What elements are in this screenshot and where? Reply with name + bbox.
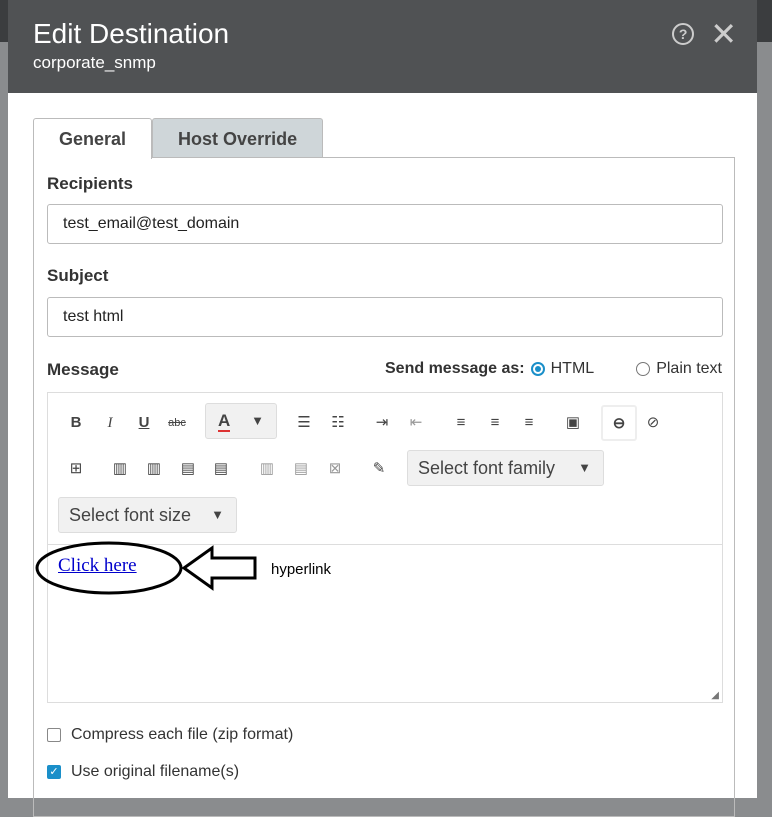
strikethrough-button[interactable]: abc: [165, 411, 189, 435]
tab-host-override[interactable]: Host Override: [152, 118, 324, 158]
caret-down-icon: ▼: [578, 460, 591, 475]
align-right-icon[interactable]: ≡: [517, 411, 541, 435]
resize-handle[interactable]: ◢: [711, 690, 719, 701]
font-family-dropdown[interactable]: Select font family ▼: [407, 450, 604, 486]
message-label: Message: [47, 360, 119, 379]
annotation-label: hyperlink: [271, 561, 332, 578]
editor-content[interactable]: Click here hyperlink ◢: [48, 545, 722, 703]
add-row-below-icon[interactable]: ▤: [209, 457, 233, 481]
caret-down-icon: ▼: [211, 507, 224, 522]
close-icon[interactable]: ✕: [710, 18, 737, 50]
dialog-title: Edit Destination: [33, 18, 230, 49]
bold-button[interactable]: B: [64, 411, 88, 435]
insert-link-icon[interactable]: ⊖: [601, 405, 637, 441]
align-center-icon[interactable]: ≡: [483, 411, 507, 435]
subject-input[interactable]: test html: [47, 297, 723, 337]
hyperlink[interactable]: Click here: [58, 555, 137, 577]
tab-general[interactable]: General: [33, 118, 153, 159]
add-column-left-icon[interactable]: ▥: [108, 457, 132, 481]
insert-image-icon[interactable]: ▣: [561, 411, 585, 435]
bullet-list-icon[interactable]: ☰: [292, 411, 316, 435]
radio-html[interactable]: [530, 362, 545, 376]
numbered-list-icon[interactable]: ☷: [326, 411, 350, 435]
original-filename-option[interactable]: ✓ Use original filename(s): [47, 763, 239, 781]
align-left-icon[interactable]: ≡: [449, 411, 473, 435]
editor-toolbar: B I U abc A ▼ ☰ ☷ ⇥ ⇤ ≡ ≡ ≡ ▣ ⊖ ⊘ ⊞ ▥ ▥ ▤…: [48, 393, 722, 545]
compress-option[interactable]: Compress each file (zip format): [47, 726, 293, 744]
font-size-dropdown[interactable]: Select font size ▼: [58, 497, 237, 533]
clear-format-icon[interactable]: ✎: [367, 457, 391, 481]
delete-table-icon[interactable]: ⊠: [323, 457, 347, 481]
dialog-subtitle: corporate_snmp: [33, 53, 156, 72]
subject-label: Subject: [47, 266, 109, 285]
original-filename-label: Use original filename(s): [71, 763, 240, 780]
compress-checkbox[interactable]: [47, 728, 61, 742]
message-editor: B I U abc A ▼ ☰ ☷ ⇥ ⇤ ≡ ≡ ≡ ▣ ⊖ ⊘ ⊞ ▥ ▥ ▤…: [47, 392, 723, 703]
font-family-value: Select font family: [418, 458, 556, 478]
recipients-input[interactable]: test_email@test_domain: [47, 204, 723, 244]
radio-plain-text[interactable]: [636, 362, 651, 376]
insert-table-icon[interactable]: ⊞: [64, 457, 88, 481]
font-size-value: Select font size: [69, 505, 192, 525]
help-icon[interactable]: ?: [672, 23, 695, 45]
send-as-label: Send message as:: [385, 360, 525, 377]
delete-column-icon[interactable]: ▥: [255, 457, 279, 481]
general-panel: Recipients test_email@test_domain Subjec…: [33, 157, 735, 817]
dialog-header: Edit Destination corporate_snmp ? ✕: [8, 0, 757, 93]
underline-button[interactable]: U: [132, 411, 156, 435]
recipients-label: Recipients: [47, 174, 133, 193]
italic-button[interactable]: I: [98, 411, 122, 435]
outdent-icon[interactable]: ⇤: [404, 411, 428, 435]
add-column-right-icon[interactable]: ▥: [142, 457, 166, 481]
indent-icon[interactable]: ⇥: [370, 411, 394, 435]
compress-label: Compress each file (zip format): [71, 726, 294, 743]
unlink-icon[interactable]: ⊘: [641, 411, 665, 435]
caret-down-icon: ▼: [251, 413, 264, 428]
add-row-above-icon[interactable]: ▤: [176, 457, 200, 481]
radio-plain-text-label: Plain text: [656, 360, 722, 377]
radio-html-label: HTML: [550, 360, 595, 377]
font-color-dropdown[interactable]: A ▼: [205, 403, 277, 439]
edit-destination-dialog: Edit Destination corporate_snmp ? ✕ Gene…: [8, 0, 757, 817]
original-filename-checkbox[interactable]: ✓: [47, 765, 61, 779]
font-color-icon: A: [218, 411, 231, 432]
delete-row-icon[interactable]: ▤: [289, 457, 313, 481]
